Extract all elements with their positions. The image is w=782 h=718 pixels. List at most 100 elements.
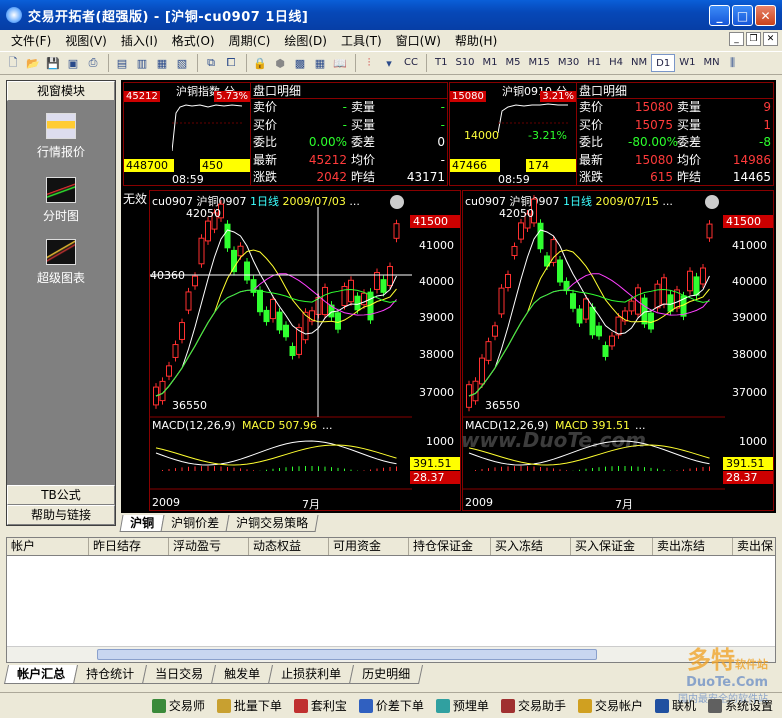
- col-prev-balance[interactable]: 昨日结存: [89, 538, 169, 555]
- chart-workspace: 沪铜指数-分 45212 5.73% 448700 450 08:59 盘口明细…: [121, 80, 776, 513]
- lock-icon[interactable]: 🔒: [251, 54, 269, 72]
- quote-board-icon: [46, 113, 76, 139]
- chart-settings-icon[interactable]: ⫼: [724, 54, 742, 72]
- period-h4[interactable]: H4: [605, 54, 627, 72]
- col-sell-margin[interactable]: 卖出保: [733, 538, 775, 555]
- col-available[interactable]: 可用资金: [329, 538, 409, 555]
- preset-order-icon: [435, 698, 450, 713]
- trader-button[interactable]: 交易师: [147, 696, 210, 716]
- period-d1[interactable]: D1: [651, 54, 676, 72]
- tab-account-summary[interactable]: 帐户汇总: [3, 665, 79, 684]
- period-w1[interactable]: W1: [675, 54, 699, 72]
- menu-file[interactable]: 文件(F): [4, 32, 58, 49]
- col-position-margin[interactable]: 持仓保证金: [409, 538, 491, 555]
- open-folder-icon[interactable]: 📂: [24, 54, 42, 72]
- x-label-year: 2009: [465, 496, 493, 509]
- col-account[interactable]: 帐户: [7, 538, 89, 555]
- help-links-button[interactable]: 帮助与链接: [7, 505, 115, 525]
- tab-trigger-orders[interactable]: 触发单: [211, 665, 274, 684]
- formula-icon[interactable]: ▩: [291, 54, 309, 72]
- kline-chart-left[interactable]: cu0907 沪铜0907 1日线 2009/07/03 ... 42050 3…: [149, 190, 461, 511]
- module-quote[interactable]: 行情报价: [7, 113, 115, 160]
- new-file-icon[interactable]: 🗋: [4, 54, 22, 72]
- grid-icon[interactable]: ▦: [311, 54, 329, 72]
- print-icon[interactable]: ⎙: [84, 54, 102, 72]
- mdi-restore-button[interactable]: ❐: [746, 32, 761, 46]
- tab-copper-strategy[interactable]: 沪铜交易策略: [225, 515, 319, 532]
- kline-chart-right[interactable]: cu0907 沪铜0907 1日线 2009/07/15 ... 42050 3…: [462, 190, 774, 511]
- mini-price-tag: 45212: [124, 91, 160, 102]
- period-m5[interactable]: M5: [502, 54, 525, 72]
- timeshare-window-icon[interactable]: ▦: [153, 54, 171, 72]
- tab-stop-profit[interactable]: 止损获利单: [268, 665, 355, 684]
- title-bar: 交易开拓者(超强版) - [沪铜-cu0907 1日线] _ □ ✕: [0, 0, 782, 30]
- book-icon[interactable]: 📖: [331, 54, 349, 72]
- close-button[interactable]: ✕: [755, 5, 776, 26]
- col-buy-margin[interactable]: 买入保证金: [571, 538, 653, 555]
- col-sell-frozen[interactable]: 卖出冻结: [653, 538, 733, 555]
- arbitrage-button[interactable]: 套利宝: [289, 696, 352, 716]
- period-nm[interactable]: NM: [627, 54, 651, 72]
- mini-time: 08:59: [172, 173, 204, 186]
- spread-order-button[interactable]: 价差下单: [354, 696, 429, 716]
- col-buy-frozen[interactable]: 买入冻结: [491, 538, 571, 555]
- menu-window[interactable]: 窗口(W): [389, 32, 448, 49]
- indicator-icon[interactable]: ⫶: [360, 54, 378, 72]
- save-icon[interactable]: 💾: [44, 54, 62, 72]
- scrollbar-thumb[interactable]: [97, 649, 597, 660]
- menu-draw[interactable]: 绘图(D): [277, 32, 334, 49]
- signal-icon[interactable]: ⬢: [271, 54, 289, 72]
- mdi-close-button[interactable]: ✕: [763, 32, 778, 46]
- menu-tools[interactable]: 工具(T): [334, 32, 389, 49]
- module-superchart[interactable]: 超级图表: [7, 239, 115, 286]
- period-h1[interactable]: H1: [583, 54, 605, 72]
- period-mn[interactable]: MN: [699, 54, 723, 72]
- period-m1[interactable]: M1: [479, 54, 502, 72]
- list-window-icon[interactable]: ▧: [173, 54, 191, 72]
- online-button[interactable]: 联机: [650, 696, 701, 716]
- period-m15[interactable]: M15: [525, 54, 554, 72]
- module-timeshare-label: 分时图: [42, 209, 79, 223]
- quote-window-icon[interactable]: ▤: [113, 54, 131, 72]
- mdi-minimize-button[interactable]: _: [729, 32, 744, 46]
- tab-today-trades[interactable]: 当日交易: [142, 665, 217, 684]
- mini-vol-tag: 450: [200, 159, 250, 172]
- trade-account-button[interactable]: 交易帐户: [573, 696, 648, 716]
- save-all-icon[interactable]: ▣: [64, 54, 82, 72]
- minimize-button[interactable]: _: [709, 5, 730, 26]
- col-float-pnl[interactable]: 浮动盈亏: [169, 538, 249, 555]
- mini-volume: 47466: [450, 159, 500, 172]
- batch-order-button[interactable]: 批量下单: [212, 696, 287, 716]
- tab-copper-spread[interactable]: 沪铜价差: [160, 515, 230, 532]
- trade-assistant-button[interactable]: 交易助手: [496, 696, 571, 716]
- maximize-button[interactable]: □: [732, 5, 753, 26]
- tab-copper[interactable]: 沪铜: [119, 515, 165, 532]
- menu-period[interactable]: 周期(C): [222, 32, 278, 49]
- module-panel: 视窗模块 行情报价 分时图 超级图表 TB公式 帮助与链接: [6, 80, 116, 526]
- cascade-icon[interactable]: ⧠: [222, 54, 240, 72]
- module-timeshare[interactable]: 分时图: [7, 177, 115, 224]
- batch-order-icon: [216, 698, 231, 713]
- tab-position-stats[interactable]: 持仓统计: [72, 665, 148, 684]
- period-s10[interactable]: S10: [451, 54, 478, 72]
- preset-order-button[interactable]: 预埋单: [431, 696, 494, 716]
- tb-formula-button[interactable]: TB公式: [7, 485, 115, 505]
- menu-view[interactable]: 视图(V): [58, 32, 114, 49]
- dropdown-arrow-icon[interactable]: ▾: [380, 54, 398, 72]
- period-t1[interactable]: T1: [431, 54, 451, 72]
- col-dynamic-equity[interactable]: 动态权益: [249, 538, 329, 555]
- crosshair-label: 40360: [150, 269, 185, 282]
- menu-format[interactable]: 格式(O): [165, 32, 222, 49]
- period-m30[interactable]: M30: [554, 54, 583, 72]
- trade-assistant-icon: [500, 698, 515, 713]
- mini-timeshare-right[interactable]: 沪铜0910-分 15080 3.21% 14000 -3.21% 47466 …: [449, 82, 577, 186]
- horizontal-scrollbar[interactable]: [7, 646, 775, 662]
- system-settings-button[interactable]: 系统设置: [703, 696, 778, 716]
- tile-icon[interactable]: ⧉: [202, 54, 220, 72]
- menu-insert[interactable]: 插入(I): [114, 32, 165, 49]
- chart-window-icon[interactable]: ▥: [133, 54, 151, 72]
- tab-history[interactable]: 历史明细: [349, 665, 424, 684]
- menu-help[interactable]: 帮助(H): [448, 32, 504, 49]
- mini-timeshare-left[interactable]: 沪铜指数-分 45212 5.73% 448700 450 08:59: [123, 82, 251, 186]
- period-cc[interactable]: CC: [400, 54, 422, 72]
